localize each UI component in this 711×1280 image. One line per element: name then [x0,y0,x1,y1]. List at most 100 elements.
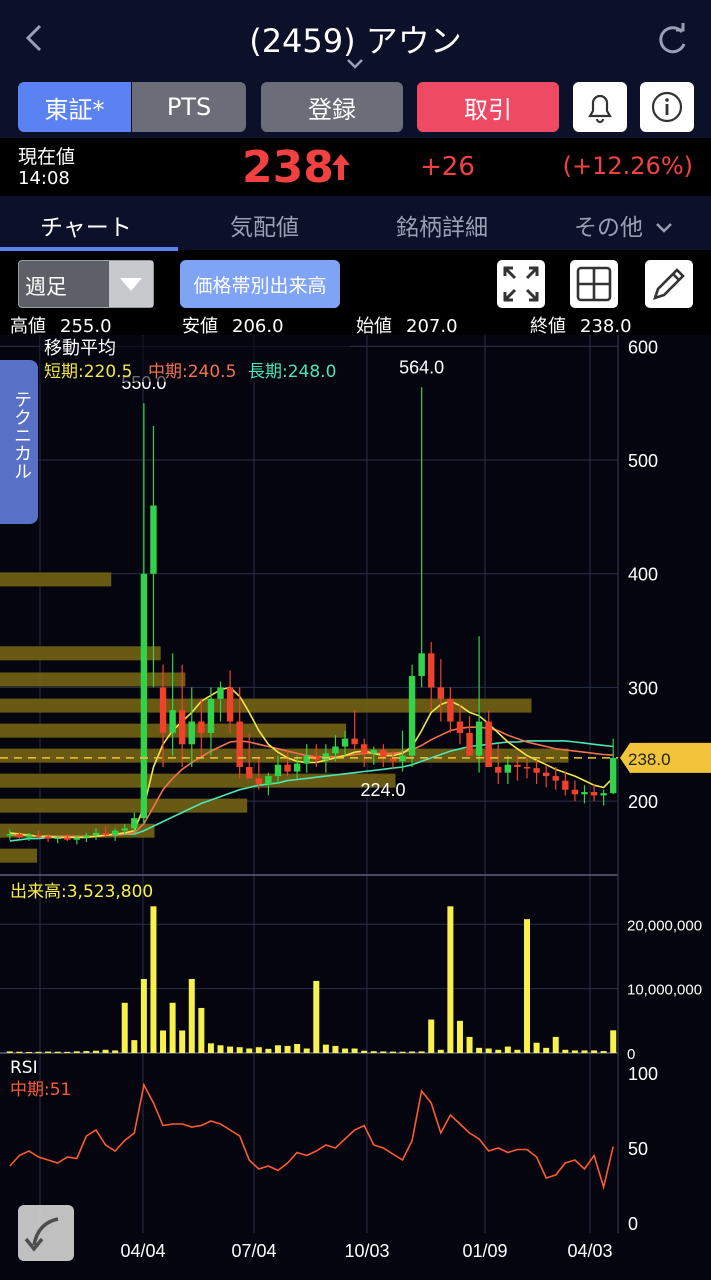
candle-body [341,738,349,747]
candle-body [178,710,186,745]
volume-bar [495,1049,502,1053]
up-arrow-icon [332,154,350,180]
candle-body [399,755,406,762]
chart-action-button[interactable] [18,1205,74,1261]
ohlc-open-label: 始値 [356,316,392,337]
volume-bar [380,1051,387,1053]
volume-bar [342,1048,349,1053]
info-button[interactable] [640,82,694,132]
candle-body [418,653,425,677]
volume-bar [294,1043,301,1053]
candle-body [255,778,263,785]
rsi-tick-label: 100 [628,1064,658,1084]
period-select[interactable]: 週足 [18,260,154,308]
candle-body [571,789,579,795]
top-bar: (2459) アウン [0,0,711,78]
volume-bar [83,1051,90,1053]
candle-body [533,768,540,773]
volume-bar [207,1043,214,1053]
volume-bar [370,1051,377,1053]
tab-quotes[interactable]: 気配値 [230,208,299,242]
candle-body [542,772,550,777]
short-ma-label: 短期:220.5 [44,362,132,382]
refresh-icon[interactable] [652,20,692,60]
volume-bar [389,1051,396,1053]
volume-title: 出来高:3,523,800 [10,882,153,902]
candle-body [370,749,377,754]
chevron-down-icon[interactable] [345,56,365,72]
tab-details[interactable]: 銘柄詳細 [396,208,488,242]
x-tick-label: 10/03 [344,1241,389,1261]
volume-bar [409,1051,416,1053]
volume-bar [102,1049,109,1053]
volume-bar [418,1051,425,1053]
candle-body [360,744,368,754]
technical-label: テクニカル [11,390,32,480]
volume-bar [35,1051,42,1053]
tab-chart[interactable]: チャート [40,208,132,242]
market-tosho-button[interactable]: 東証* [18,82,131,132]
candle-body [437,687,445,699]
candle-body [16,834,23,838]
tab-more[interactable]: その他 [574,208,674,242]
candle-body [590,792,598,796]
ohlc-low-label: 安値 [182,316,218,337]
expand-button[interactable] [497,260,545,308]
candle-body [44,836,52,839]
chevron-down-icon [656,223,673,233]
volume-tick-label: 10,000,000 [627,982,702,999]
price-annotation: 224.0 [360,780,405,800]
candle-body [523,767,531,769]
candle-body [495,767,502,773]
dropdown-button[interactable] [109,261,153,307]
candle-body [198,721,205,733]
price-tick-label: 500 [628,451,658,471]
candle-body [293,763,301,772]
candle-body [332,746,339,754]
x-tick-label: 07/04 [231,1241,276,1261]
technical-side-tab[interactable]: テクニカル [0,360,38,524]
draw-button[interactable] [645,260,693,308]
volume-bar [591,1050,598,1053]
candle-body [54,837,61,839]
register-button[interactable]: 登録 [261,82,403,132]
volume-bar [236,1047,243,1053]
volume-bar [543,1047,550,1053]
candle-body [322,753,330,761]
stock-chart[interactable]: 238.0200300400500600550.0564.0224.0移動平均短… [0,335,711,1280]
volume-bar [246,1048,253,1053]
candle-body [274,764,282,777]
quote-panel: 現在値 14:08 238 +26 (+12.26%) [0,138,711,196]
ma-legend-title: 移動平均 [44,338,116,359]
volume-bar [150,906,157,1053]
rsi-tick-label: 50 [628,1139,648,1159]
volume-bar [73,1051,80,1053]
triangle-down-icon [120,278,142,291]
candle-body [188,721,195,745]
candle-body [428,653,435,688]
volume-bar [274,1045,281,1053]
market-pts-button[interactable]: PTS [132,82,246,132]
x-tick-label: 04/03 [567,1241,612,1261]
trade-button[interactable]: 取引 [417,82,559,132]
tab-more-label: その他 [574,215,643,241]
candle-body [485,721,492,767]
expand-icon [503,266,539,302]
ohlc-open-value: 207.0 [406,316,458,337]
price-tick-label: 600 [628,337,658,357]
candle-body [83,835,90,838]
ohlc-high-label: 高値 [10,316,46,337]
volume-tick-label: 0 [627,1046,635,1063]
layout-button[interactable] [570,260,618,308]
candle-body [159,687,167,733]
volume-bar [322,1044,329,1053]
volume-bar [121,1002,128,1053]
volume-bar [476,1047,483,1053]
volume-tick-label: 20,000,000 [627,917,702,934]
candle-body [562,780,569,790]
volume-profile-button[interactable]: 価格帯別出来高 [180,260,340,308]
volume-profile-bar [0,672,186,687]
alert-bell-button[interactable] [573,82,627,132]
volume-profile-bar [0,848,38,863]
volume-bar [92,1050,99,1053]
